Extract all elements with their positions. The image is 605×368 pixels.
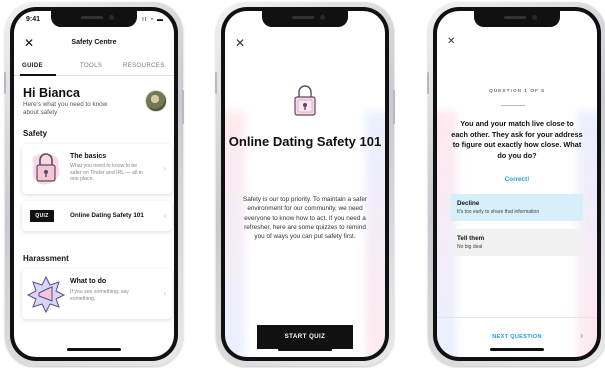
quiz-question-screen: ✕ QUESTION 1 OF 6 You and your match liv… (437, 11, 597, 357)
volume-button (427, 72, 429, 94)
megaphone-burst-icon (27, 275, 65, 313)
option-description: It's too early to share that information (457, 209, 540, 215)
card-title: Online Dating Safety 101 (70, 212, 144, 219)
phone-notch (474, 11, 560, 27)
lock-illustration-icon (32, 153, 60, 185)
safety-centre-screen: 9:41 ∷ ◔ ▬ ✕ Safety Centre GUIDE TOOLS R… (14, 11, 174, 357)
card-quiz[interactable]: QUIZ Online Dating Safety 101 › (22, 201, 172, 231)
volume-button (4, 72, 6, 94)
avatar[interactable] (145, 90, 167, 112)
chevron-right-icon: › (163, 164, 166, 173)
volume-button (215, 72, 217, 94)
tab-guide[interactable]: GUIDE (22, 63, 43, 69)
divider (437, 317, 597, 318)
next-question-button[interactable]: NEXT QUESTION (437, 334, 597, 340)
quiz-badge: QUIZ (30, 210, 54, 222)
power-button (182, 90, 184, 124)
home-indicator[interactable] (278, 348, 332, 351)
chevron-right-icon: › (163, 211, 166, 220)
lock-icon (294, 85, 316, 116)
question-counter: QUESTION 1 OF 6 (488, 89, 546, 94)
phone-frame-safety-centre: 9:41 ∷ ◔ ▬ ✕ Safety Centre GUIDE TOOLS R… (4, 2, 184, 366)
status-time: 9:41 (26, 16, 41, 23)
phone-notch (262, 11, 348, 27)
tab-resources[interactable]: RESOURCES (123, 63, 165, 69)
card-title: What to do (70, 278, 107, 285)
active-tab-indicator (20, 74, 56, 76)
question-text: You and your match live close to each ot… (451, 119, 583, 160)
option-description: No big deal (457, 244, 483, 250)
phone-bezel: 9:41 ∷ ◔ ▬ ✕ Safety Centre GUIDE TOOLS R… (10, 7, 178, 361)
answer-option-decline[interactable]: Decline It's too early to share that inf… (451, 194, 583, 221)
power-button (393, 90, 395, 124)
answer-option-tell-them[interactable]: Tell them No big deal (451, 229, 583, 256)
page-title: Safety Centre (71, 39, 117, 46)
chevron-right-icon[interactable]: › (580, 331, 583, 340)
page-title: Online Dating Safety 101 (228, 134, 382, 149)
intro-paragraph: Safety is our top priority. To maintain … (242, 196, 368, 241)
phone-notch (51, 11, 137, 27)
tab-tools[interactable]: TOOLS (80, 63, 102, 69)
card-description: If you see something, say something. (70, 289, 129, 302)
phone-bezel: ✕ Online Dating Safety 101 Safety is our… (221, 7, 389, 361)
answer-feedback: Correct! (504, 176, 530, 183)
status-icons: ∷ ◔ ▬ (142, 17, 164, 23)
option-title: Tell them (457, 235, 485, 242)
divider (501, 105, 525, 106)
home-indicator[interactable] (490, 348, 544, 351)
phone-frame-quiz-intro: ✕ Online Dating Safety 101 Safety is our… (215, 2, 395, 366)
close-icon[interactable]: ✕ (235, 37, 245, 49)
section-heading-harassment: Harassment (23, 254, 69, 263)
tab-bar: GUIDE TOOLS RESOURCES (14, 59, 174, 76)
card-description: What you need to know to be safer on Tin… (70, 163, 143, 182)
phone-frame-quiz-question: ✕ QUESTION 1 OF 6 You and your match liv… (427, 2, 605, 366)
start-quiz-button[interactable]: START QUIZ (257, 325, 353, 349)
phone-bezel: ✕ QUESTION 1 OF 6 You and your match liv… (433, 7, 601, 361)
greeting-heading: Hi Bianca (23, 86, 80, 100)
card-title: The basics (70, 153, 107, 160)
close-icon[interactable]: ✕ (447, 37, 455, 47)
section-heading-safety: Safety (23, 129, 48, 138)
option-title: Decline (457, 200, 480, 207)
card-what-to-do[interactable]: What to do If you see something, say som… (22, 269, 172, 319)
quiz-intro-screen: ✕ Online Dating Safety 101 Safety is our… (225, 11, 385, 357)
card-the-basics[interactable]: The basics What you need to know to be s… (22, 144, 172, 194)
greeting-subtitle: Here's what you need to know about safet… (23, 101, 108, 116)
chevron-right-icon: › (163, 289, 166, 298)
home-indicator[interactable] (67, 348, 121, 351)
